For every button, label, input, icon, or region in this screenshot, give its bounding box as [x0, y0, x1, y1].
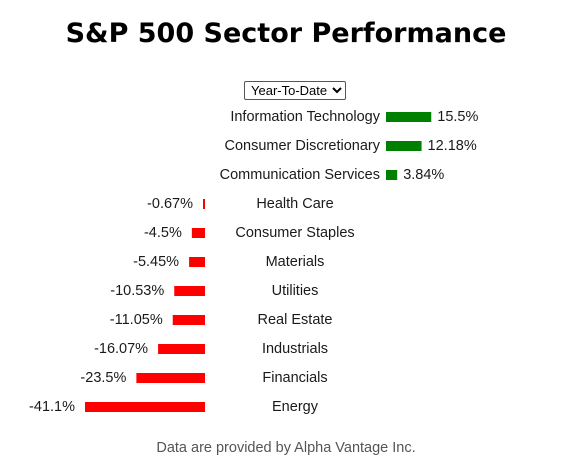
sector-bar: [85, 402, 205, 412]
sector-label: Materials: [266, 254, 325, 270]
sector-value-label: -10.53%: [110, 283, 164, 299]
sector-label: Real Estate: [258, 312, 333, 328]
sector-row: Information Technology 15.5%: [230, 109, 478, 125]
sector-label: Health Care: [256, 196, 333, 212]
sector-row: Utilities -10.53%: [110, 283, 318, 299]
sector-row: Financials -23.5%: [80, 370, 327, 386]
sector-value-label: -4.5%: [144, 225, 182, 241]
sector-value-label: 12.18%: [428, 138, 477, 154]
sector-row: Health Care -0.67%: [147, 196, 334, 212]
data-attribution: Data are provided by Alpha Vantage Inc.: [156, 440, 416, 456]
sector-bar: [191, 228, 205, 238]
sector-label: Consumer Staples: [235, 225, 354, 241]
sector-value-label: 3.84%: [403, 167, 444, 183]
sector-row: Communication Services 3.84%: [220, 167, 445, 183]
sector-value-label: -0.67%: [147, 196, 193, 212]
sector-row: Consumer Discretionary 12.18%: [224, 138, 476, 154]
sector-bar: [386, 141, 422, 151]
sector-label: Energy: [272, 399, 319, 415]
sector-bar: [158, 344, 205, 354]
sector-row: Consumer Staples -4.5%: [144, 225, 355, 241]
sector-bar: [203, 199, 205, 209]
sector-bar: [386, 170, 398, 180]
sector-label: Communication Services: [220, 167, 380, 183]
sector-row: Real Estate -11.05%: [110, 312, 333, 328]
sector-value-label: -23.5%: [80, 370, 126, 386]
sector-bar: [386, 112, 432, 122]
sector-bar: [189, 257, 205, 267]
sector-bar: [136, 373, 205, 383]
sector-row: Materials -5.45%: [133, 254, 324, 270]
sector-bar: [172, 315, 205, 325]
sector-row: Industrials -16.07%: [94, 341, 328, 357]
sector-value-label: -5.45%: [133, 254, 179, 270]
sector-value-label: -41.1%: [29, 399, 75, 415]
sector-value-label: 15.5%: [437, 109, 478, 125]
sector-label: Information Technology: [230, 109, 380, 125]
sector-label: Utilities: [272, 283, 319, 299]
sector-label: Industrials: [262, 341, 328, 357]
sector-label: Financials: [262, 370, 327, 386]
sector-label: Consumer Discretionary: [224, 138, 380, 154]
sector-row: Energy -41.1%: [29, 399, 319, 415]
sector-bar: [174, 286, 205, 296]
sector-performance-chart: Information Technology 15.5% Consumer Disc…: [29, 109, 478, 415]
sector-value-label: -11.05%: [110, 312, 163, 328]
sector-value-label: -16.07%: [94, 341, 148, 357]
